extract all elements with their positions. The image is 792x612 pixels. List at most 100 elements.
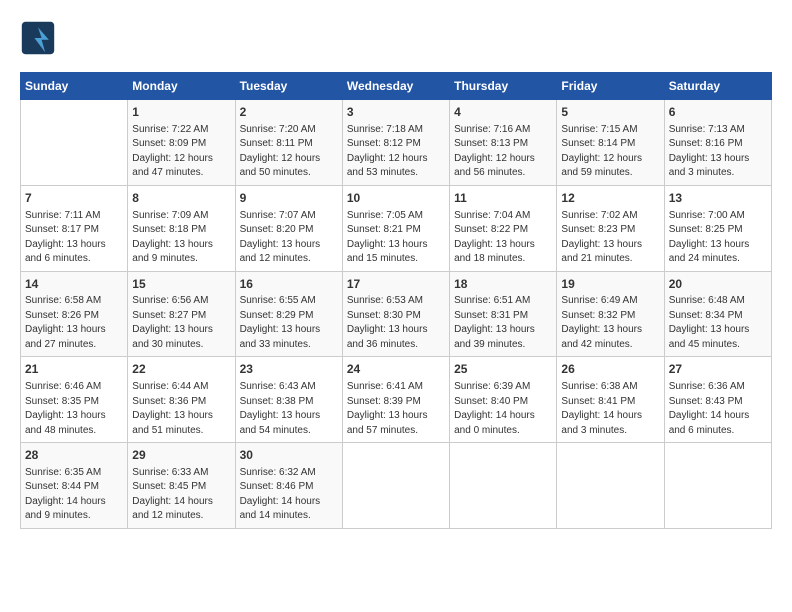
cell-content: Sunrise: 7:07 AM Sunset: 8:20 PM Dayligh…	[240, 209, 338, 267]
cell-content: Sunrise: 6:32 AM Sunset: 8:46 PM Dayligh…	[240, 466, 338, 524]
cell-content: Sunrise: 6:38 AM Sunset: 8:41 PM Dayligh…	[561, 380, 659, 438]
calendar-week-row: 7 Sunrise: 7:11 AM Sunset: 8:17 PM Daylig…	[21, 185, 772, 271]
cell-content: Sunrise: 7:11 AM Sunset: 8:17 PM Dayligh…	[25, 209, 123, 267]
cell-content: Sunrise: 7:15 AM Sunset: 8:14 PM Dayligh…	[561, 123, 659, 181]
calendar-cell	[664, 443, 771, 529]
day-number: 27	[669, 361, 767, 378]
day-number: 8	[132, 190, 230, 207]
cell-content: Sunrise: 7:22 AM Sunset: 8:09 PM Dayligh…	[132, 123, 230, 181]
day-number: 23	[240, 361, 338, 378]
cell-content: Sunrise: 7:02 AM Sunset: 8:23 PM Dayligh…	[561, 209, 659, 267]
day-number: 13	[669, 190, 767, 207]
calendar-cell: 13 Sunrise: 7:00 AM Sunset: 8:25 PM Dayli…	[664, 185, 771, 271]
day-number: 10	[347, 190, 445, 207]
calendar-week-row: 1 Sunrise: 7:22 AM Sunset: 8:09 PM Daylig…	[21, 100, 772, 186]
calendar-cell	[342, 443, 449, 529]
day-header-sunday: Sunday	[21, 73, 128, 100]
calendar-table: SundayMondayTuesdayWednesdayThursdayFrid…	[20, 72, 772, 529]
day-number: 24	[347, 361, 445, 378]
cell-content: Sunrise: 7:09 AM Sunset: 8:18 PM Dayligh…	[132, 209, 230, 267]
logo-icon	[20, 20, 56, 56]
day-number: 15	[132, 276, 230, 293]
calendar-week-row: 21Sunrise: 6:46 AM Sunset: 8:35 PM Dayli…	[21, 357, 772, 443]
calendar-cell: 10 Sunrise: 7:05 AM Sunset: 8:21 PM Dayli…	[342, 185, 449, 271]
cell-content: Sunrise: 6:41 AM Sunset: 8:39 PM Dayligh…	[347, 380, 445, 438]
calendar-cell: 16Sunrise: 6:55 AM Sunset: 8:29 PM Dayli…	[235, 271, 342, 357]
calendar-cell: 26 Sunrise: 6:38 AM Sunset: 8:41 PM Dayli…	[557, 357, 664, 443]
calendar-cell: 1 Sunrise: 7:22 AM Sunset: 8:09 PM Daylig…	[128, 100, 235, 186]
calendar-cell: 22Sunrise: 6:44 AM Sunset: 8:36 PM Dayli…	[128, 357, 235, 443]
calendar-cell: 30 Sunrise: 6:32 AM Sunset: 8:46 PM Dayli…	[235, 443, 342, 529]
cell-content: Sunrise: 7:05 AM Sunset: 8:21 PM Dayligh…	[347, 209, 445, 267]
day-number: 29	[132, 447, 230, 464]
day-number: 30	[240, 447, 338, 464]
cell-content: Sunrise: 6:51 AM Sunset: 8:31 PM Dayligh…	[454, 294, 552, 352]
day-header-friday: Friday	[557, 73, 664, 100]
day-number: 16	[240, 276, 338, 293]
day-number: 6	[669, 104, 767, 121]
calendar-cell: 14Sunrise: 6:58 AM Sunset: 8:26 PM Dayli…	[21, 271, 128, 357]
day-header-monday: Monday	[128, 73, 235, 100]
cell-content: Sunrise: 6:36 AM Sunset: 8:43 PM Dayligh…	[669, 380, 767, 438]
calendar-cell: 17Sunrise: 6:53 AM Sunset: 8:30 PM Dayli…	[342, 271, 449, 357]
calendar-cell: 15Sunrise: 6:56 AM Sunset: 8:27 PM Dayli…	[128, 271, 235, 357]
calendar-cell: 29 Sunrise: 6:33 AM Sunset: 8:45 PM Dayli…	[128, 443, 235, 529]
day-number: 18	[454, 276, 552, 293]
day-number: 26	[561, 361, 659, 378]
day-number: 22	[132, 361, 230, 378]
cell-content: Sunrise: 6:35 AM Sunset: 8:44 PM Dayligh…	[25, 466, 123, 524]
calendar-cell: 7 Sunrise: 7:11 AM Sunset: 8:17 PM Daylig…	[21, 185, 128, 271]
calendar-week-row: 28 Sunrise: 6:35 AM Sunset: 8:44 PM Dayli…	[21, 443, 772, 529]
calendar-cell: 4 Sunrise: 7:16 AM Sunset: 8:13 PM Daylig…	[450, 100, 557, 186]
day-header-thursday: Thursday	[450, 73, 557, 100]
day-number: 19	[561, 276, 659, 293]
calendar-cell: 19Sunrise: 6:49 AM Sunset: 8:32 PM Dayli…	[557, 271, 664, 357]
cell-content: Sunrise: 6:56 AM Sunset: 8:27 PM Dayligh…	[132, 294, 230, 352]
day-header-tuesday: Tuesday	[235, 73, 342, 100]
day-number: 17	[347, 276, 445, 293]
day-number: 1	[132, 104, 230, 121]
day-number: 11	[454, 190, 552, 207]
calendar-cell: 9Sunrise: 7:07 AM Sunset: 8:20 PM Daylig…	[235, 185, 342, 271]
day-number: 3	[347, 104, 445, 121]
cell-content: Sunrise: 7:18 AM Sunset: 8:12 PM Dayligh…	[347, 123, 445, 181]
day-number: 2	[240, 104, 338, 121]
calendar-cell: 2 Sunrise: 7:20 AM Sunset: 8:11 PM Daylig…	[235, 100, 342, 186]
day-number: 21	[25, 361, 123, 378]
day-header-wednesday: Wednesday	[342, 73, 449, 100]
page-header	[20, 20, 772, 56]
day-number: 7	[25, 190, 123, 207]
calendar-cell: 18Sunrise: 6:51 AM Sunset: 8:31 PM Dayli…	[450, 271, 557, 357]
calendar-cell: 21Sunrise: 6:46 AM Sunset: 8:35 PM Dayli…	[21, 357, 128, 443]
cell-content: Sunrise: 7:20 AM Sunset: 8:11 PM Dayligh…	[240, 123, 338, 181]
calendar-cell: 3 Sunrise: 7:18 AM Sunset: 8:12 PM Daylig…	[342, 100, 449, 186]
cell-content: Sunrise: 6:49 AM Sunset: 8:32 PM Dayligh…	[561, 294, 659, 352]
cell-content: Sunrise: 6:48 AM Sunset: 8:34 PM Dayligh…	[669, 294, 767, 352]
cell-content: Sunrise: 7:04 AM Sunset: 8:22 PM Dayligh…	[454, 209, 552, 267]
cell-content: Sunrise: 6:43 AM Sunset: 8:38 PM Dayligh…	[240, 380, 338, 438]
day-number: 12	[561, 190, 659, 207]
day-number: 14	[25, 276, 123, 293]
day-number: 25	[454, 361, 552, 378]
calendar-cell: 5 Sunrise: 7:15 AM Sunset: 8:14 PM Daylig…	[557, 100, 664, 186]
cell-content: Sunrise: 6:33 AM Sunset: 8:45 PM Dayligh…	[132, 466, 230, 524]
cell-content: Sunrise: 6:53 AM Sunset: 8:30 PM Dayligh…	[347, 294, 445, 352]
cell-content: Sunrise: 7:00 AM Sunset: 8:25 PM Dayligh…	[669, 209, 767, 267]
cell-content: Sunrise: 7:16 AM Sunset: 8:13 PM Dayligh…	[454, 123, 552, 181]
day-number: 28	[25, 447, 123, 464]
calendar-cell: 8 Sunrise: 7:09 AM Sunset: 8:18 PM Daylig…	[128, 185, 235, 271]
day-header-saturday: Saturday	[664, 73, 771, 100]
calendar-cell: 28 Sunrise: 6:35 AM Sunset: 8:44 PM Dayli…	[21, 443, 128, 529]
logo	[20, 20, 62, 56]
cell-content: Sunrise: 6:55 AM Sunset: 8:29 PM Dayligh…	[240, 294, 338, 352]
calendar-cell: 27 Sunrise: 6:36 AM Sunset: 8:43 PM Dayli…	[664, 357, 771, 443]
day-number: 5	[561, 104, 659, 121]
cell-content: Sunrise: 6:58 AM Sunset: 8:26 PM Dayligh…	[25, 294, 123, 352]
calendar-week-row: 14Sunrise: 6:58 AM Sunset: 8:26 PM Dayli…	[21, 271, 772, 357]
calendar-cell: 20Sunrise: 6:48 AM Sunset: 8:34 PM Dayli…	[664, 271, 771, 357]
calendar-cell: 25Sunrise: 6:39 AM Sunset: 8:40 PM Dayli…	[450, 357, 557, 443]
calendar-cell: 23 Sunrise: 6:43 AM Sunset: 8:38 PM Dayli…	[235, 357, 342, 443]
day-number: 20	[669, 276, 767, 293]
day-number: 4	[454, 104, 552, 121]
calendar-cell	[450, 443, 557, 529]
